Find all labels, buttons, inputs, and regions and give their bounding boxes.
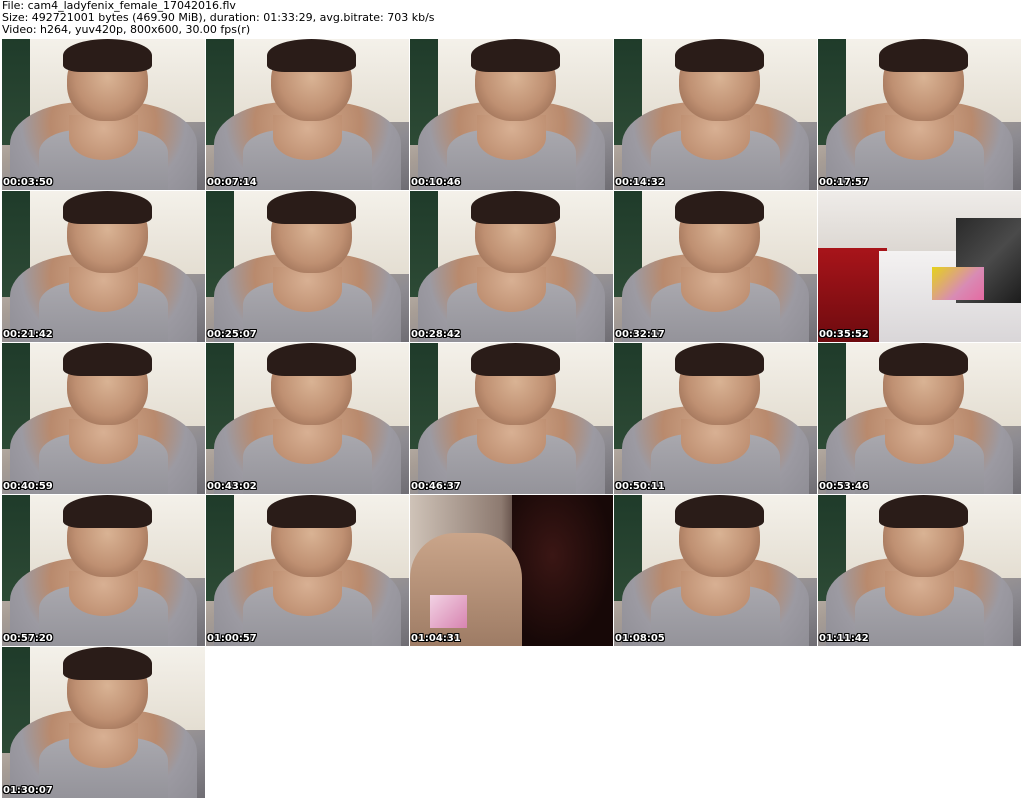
thumbnail-image-region — [62, 39, 153, 73]
thumbnail-image-region — [410, 532, 522, 646]
thumbnail-image-region — [878, 495, 969, 529]
thumbnail-timestamp: 00:57:20 — [3, 633, 53, 644]
thumbnail-image-region — [674, 343, 765, 377]
thumbnail-image-region — [68, 114, 138, 160]
thumbnail-timestamp: 01:08:05 — [615, 633, 665, 644]
thumbnail-image-region — [68, 722, 138, 768]
thumbnail-image-region — [476, 266, 546, 312]
video-thumbnail: 00:40:59 — [2, 343, 205, 494]
thumbnail-timestamp: 01:30:07 — [3, 785, 53, 796]
thumbnail-timestamp: 00:03:50 — [3, 177, 53, 188]
video-thumbnail: 00:43:02 — [206, 343, 409, 494]
thumbnail-image-region — [266, 39, 357, 73]
thumbnail-timestamp: 00:25:07 — [207, 329, 257, 340]
thumbnail-image-region — [62, 343, 153, 377]
video-thumbnail: 01:11:42 — [818, 495, 1021, 646]
thumbnail-image-region — [272, 570, 342, 616]
video-thumbnail: 00:25:07 — [206, 191, 409, 342]
video-thumbnail: 00:50:11 — [614, 343, 817, 494]
video-thumbnail: 01:04:31 — [410, 495, 613, 646]
thumbnail-image-region — [272, 114, 342, 160]
thumbnail-timestamp: 01:11:42 — [819, 633, 869, 644]
thumbnail-timestamp: 00:32:17 — [615, 329, 665, 340]
thumbnail-timestamp: 00:35:52 — [819, 329, 869, 340]
video-thumbnail: 00:07:14 — [206, 39, 409, 190]
thumbnail-timestamp: 00:21:42 — [3, 329, 53, 340]
thumbnail-image-region — [680, 114, 750, 160]
video-thumbnail: 00:28:42 — [410, 191, 613, 342]
video-thumbnail: 01:30:07 — [2, 647, 205, 798]
thumbnail-image-region — [62, 191, 153, 225]
thumbnail-image-region — [674, 495, 765, 529]
video-thumbnail: 00:46:37 — [410, 343, 613, 494]
thumbnail-timestamp: 00:14:32 — [615, 177, 665, 188]
video-thumbnail: 00:53:46 — [818, 343, 1021, 494]
thumbnail-timestamp: 00:10:46 — [411, 177, 461, 188]
video-thumbnail: 00:10:46 — [410, 39, 613, 190]
video-thumbnail: 00:03:50 — [2, 39, 205, 190]
thumbnail-image-region — [272, 418, 342, 464]
thumbnail-image-region — [680, 418, 750, 464]
thumbnail-image-region — [511, 495, 613, 646]
thumbnail-timestamp: 01:00:57 — [207, 633, 257, 644]
thumbnail-image-region — [680, 570, 750, 616]
thumbnail-image-region — [931, 266, 985, 300]
thumbnail-image-region — [68, 418, 138, 464]
video-thumbnail: 01:00:57 — [206, 495, 409, 646]
thumbnail-timestamp: 00:53:46 — [819, 481, 869, 492]
video-thumbnail: 01:08:05 — [614, 495, 817, 646]
thumbnail-image-region — [266, 495, 357, 529]
thumbnail-image-region — [818, 248, 888, 342]
thumbnail-image-region — [430, 594, 467, 628]
video-thumbnail: 00:32:17 — [614, 191, 817, 342]
thumbnail-image-region — [878, 39, 969, 73]
thumbnail-image-region — [680, 266, 750, 312]
thumbnail-image-region — [884, 114, 954, 160]
thumbnail-image-region — [476, 114, 546, 160]
video-info-line: Video: h264, yuv420p, 800x600, 30.00 fps… — [2, 23, 251, 36]
thumbnail-timestamp: 00:07:14 — [207, 177, 257, 188]
thumbnail-image-region — [62, 647, 153, 681]
thumbnail-image-region — [470, 343, 561, 377]
thumbnail-timestamp: 00:40:59 — [3, 481, 53, 492]
video-thumbnail: 00:17:57 — [818, 39, 1021, 190]
thumbnail-image-region — [62, 495, 153, 529]
thumbnail-image-region — [476, 418, 546, 464]
thumbnail-image-region — [878, 343, 969, 377]
thumbnail-image-region — [470, 39, 561, 73]
thumbnail-timestamp: 00:17:57 — [819, 177, 869, 188]
thumbnail-image-region — [470, 191, 561, 225]
thumbnail-image-region — [266, 191, 357, 225]
thumbnail-image-region — [674, 191, 765, 225]
video-thumbnail: 00:35:52 — [818, 191, 1021, 342]
thumbnail-timestamp: 01:04:31 — [411, 633, 461, 644]
thumbnail-image-region — [674, 39, 765, 73]
video-thumbnail: 00:21:42 — [2, 191, 205, 342]
video-thumbnail: 00:57:20 — [2, 495, 205, 646]
thumbnail-image-region — [266, 343, 357, 377]
thumbnail-timestamp: 00:46:37 — [411, 481, 461, 492]
thumbnail-image-region — [272, 266, 342, 312]
thumbnail-timestamp: 00:50:11 — [615, 481, 665, 492]
thumbnail-image-region — [884, 418, 954, 464]
thumbnail-image-region — [68, 570, 138, 616]
file-info-header: File: cam4_ladyfenix_female_17042016.flv… — [2, 0, 1022, 36]
thumbnail-timestamp: 00:28:42 — [411, 329, 461, 340]
thumbnail-image-region — [884, 570, 954, 616]
thumbnail-image-region — [68, 266, 138, 312]
thumbnail-timestamp: 00:43:02 — [207, 481, 257, 492]
video-thumbnail: 00:14:32 — [614, 39, 817, 190]
